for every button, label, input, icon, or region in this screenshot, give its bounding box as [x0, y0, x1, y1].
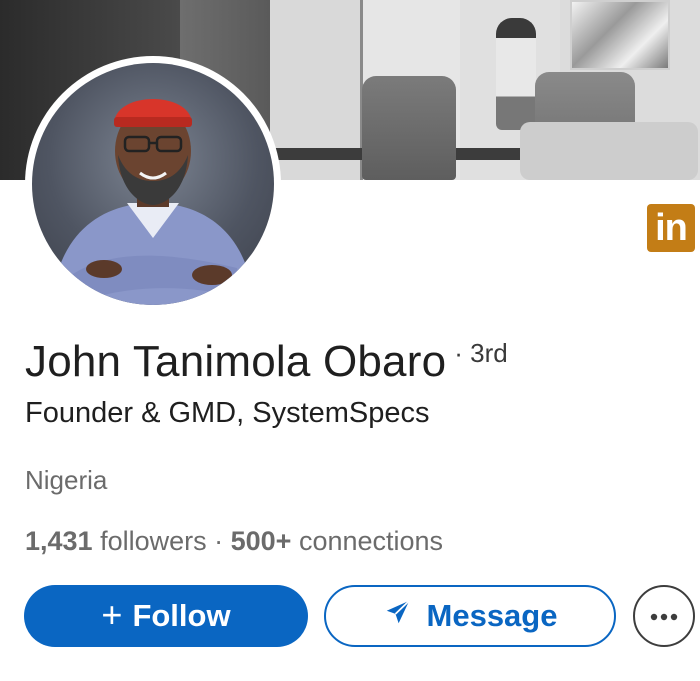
- connection-degree: · 3rd: [454, 338, 508, 368]
- connections-count[interactable]: 500+: [231, 526, 292, 556]
- linkedin-logo-icon: in: [647, 204, 695, 252]
- profile-photo: [32, 63, 274, 305]
- name-row: John Tanimola Obaro · 3rd: [25, 337, 508, 387]
- send-icon: [383, 597, 413, 635]
- profile-location: Nigeria: [25, 465, 108, 495]
- follow-label: Follow: [132, 598, 231, 633]
- plus-icon: +: [101, 593, 123, 635]
- connections-label: connections: [291, 526, 444, 556]
- follow-button[interactable]: + Follow: [24, 585, 308, 647]
- more-dots-icon: [650, 609, 678, 624]
- more-options-button[interactable]: [633, 585, 695, 647]
- profile-headline: Founder & GMD, SystemSpecs: [25, 397, 430, 429]
- avatar[interactable]: [25, 56, 281, 312]
- network-stats: 1,431 followers · 500+ connections: [25, 526, 443, 557]
- message-button[interactable]: Message: [324, 585, 616, 647]
- message-label: Message: [426, 598, 558, 633]
- profile-name: John Tanimola Obaro: [25, 337, 447, 386]
- followers-label: followers ·: [92, 526, 231, 556]
- followers-count[interactable]: 1,431: [25, 526, 93, 556]
